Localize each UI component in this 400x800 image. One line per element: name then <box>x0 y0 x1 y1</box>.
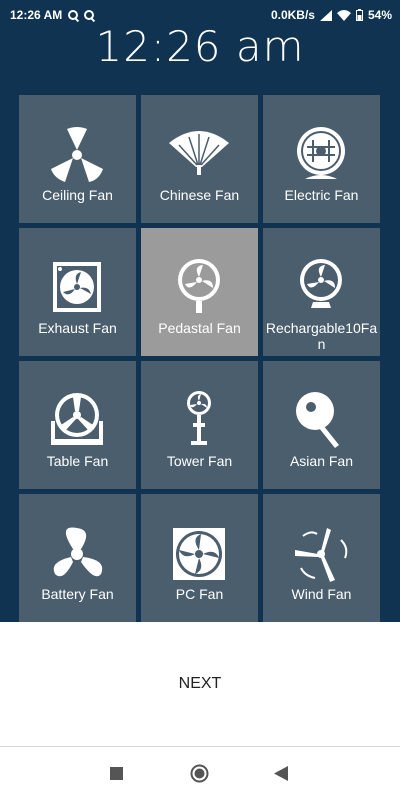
tile-exhaust-fan[interactable]: Exhaust Fan <box>19 228 136 356</box>
q-notification-icon <box>68 10 79 20</box>
battery-icon <box>355 9 363 21</box>
tile-chinese-fan[interactable]: Chinese Fan <box>141 95 258 223</box>
asian-fan-icon <box>296 392 339 448</box>
tile-pc-fan[interactable]: PC Fan <box>141 494 258 622</box>
table-fan-icon <box>51 393 103 445</box>
tile-label: Rechargable10Fan <box>265 320 378 352</box>
tile-tower-fan[interactable]: Tower Fan <box>141 361 258 489</box>
tile-label: Ceiling Fan <box>42 187 113 203</box>
tile-rechargable-fan[interactable]: Rechargable10Fan <box>263 228 380 356</box>
navigation-bar <box>0 746 400 800</box>
exhaust-fan-icon <box>53 262 101 312</box>
tile-label: Wind Fan <box>291 586 352 602</box>
battery-fan-icon <box>53 527 103 577</box>
tile-label: Chinese Fan <box>159 187 240 203</box>
tile-wind-fan[interactable]: Wind Fan <box>263 494 380 622</box>
next-button[interactable]: NEXT <box>0 622 400 746</box>
home-circle-icon[interactable] <box>190 764 209 783</box>
status-time: 12:26 AM <box>10 8 63 22</box>
tile-label: Tower Fan <box>166 453 233 469</box>
tile-label: Exhaust Fan <box>38 320 117 336</box>
q-notification-icon <box>84 10 95 20</box>
pc-fan-icon <box>173 528 225 580</box>
wifi-icon <box>336 9 351 21</box>
chinese-fan-icon <box>169 131 229 175</box>
tile-asian-fan[interactable]: Asian Fan <box>263 361 380 489</box>
tile-battery-fan[interactable]: Battery Fan <box>19 494 136 622</box>
rechargeable-fan-icon <box>300 259 342 308</box>
tile-label: Table Fan <box>46 453 109 469</box>
tile-electric-fan[interactable]: Electric Fan <box>263 95 380 223</box>
network-speed: 0.0KB/s <box>270 8 315 22</box>
tile-label: Asian Fan <box>289 453 354 469</box>
tile-label: Battery Fan <box>41 586 114 602</box>
electric-fan-icon <box>297 127 345 179</box>
tile-table-fan[interactable]: Table Fan <box>19 361 136 489</box>
cell-signal-icon <box>319 9 332 21</box>
app-background: 12:26 AM 0.0KB/s 54% 12:26 am Ceiling Fa… <box>0 0 400 622</box>
back-triangle-icon[interactable] <box>274 766 288 781</box>
wind-fan-icon <box>295 528 348 582</box>
pedestal-fan-icon <box>178 259 220 313</box>
fan-grid: Ceiling Fan Chinese Fan Electric Fan Exh… <box>19 95 381 622</box>
ceiling-fan-icon <box>51 127 103 182</box>
tile-label: Electric Fan <box>284 187 359 203</box>
clock-display: 12:26 am <box>95 22 305 71</box>
battery-percent: 54% <box>367 8 392 22</box>
recents-square-icon[interactable] <box>110 767 123 780</box>
tile-ceiling-fan[interactable]: Ceiling Fan <box>19 95 136 223</box>
tile-pedastal-fan[interactable]: Pedastal Fan <box>141 228 258 356</box>
tile-label: PC Fan <box>175 586 224 602</box>
tile-label: Pedastal Fan <box>158 320 241 336</box>
bottom-panel: NEXT <box>0 622 400 746</box>
tower-fan-icon <box>187 391 211 445</box>
